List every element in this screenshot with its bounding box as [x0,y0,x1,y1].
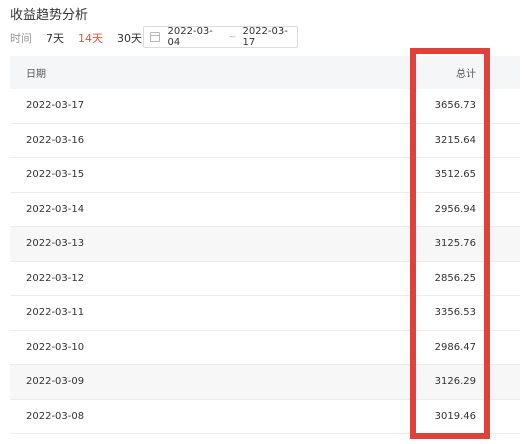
cell-date: 2022-03-08 [26,410,85,422]
cell-total: 3656.73 [434,100,476,112]
cell-total: 3126.29 [434,376,476,388]
table-row: 2022-03-10 2986.47 [10,331,520,365]
column-header-total: 总计 [456,69,476,80]
date-range-end: 2022-03-17 [242,26,288,48]
range-14-days[interactable]: 14天 [78,30,103,46]
date-range-separator: ~ [228,31,237,43]
table-header: 日期 总计 [10,56,520,89]
table-body: 2022-03-17 3656.73 2022-03-16 3215.64 2022-0… [10,89,520,434]
cell-total: 3019.46 [434,410,476,422]
table-row: 2022-03-14 2956.94 [10,193,520,227]
cell-total: 3356.53 [434,307,476,319]
date-range-picker[interactable]: 2022-03-04 ~ 2022-03-17 [143,26,298,48]
range-7-days[interactable]: 7天 [46,30,64,46]
table-row: 2022-03-16 3215.64 [10,124,520,158]
time-filter: 时间 7天 14天 30天 [10,27,156,49]
calendar-icon [150,32,160,42]
cell-total: 2856.25 [434,272,476,284]
table-row: 2022-03-11 3356.53 [10,296,520,331]
table-row: 2022-03-15 3512.65 [10,158,520,193]
table-row: 2022-03-12 2856.25 [10,262,520,296]
table-row: 2022-03-08 3019.46 [10,400,520,434]
cell-total: 3125.76 [434,238,476,250]
page-title: 收益趋势分析 [10,8,89,23]
table-row: 2022-03-17 3656.73 [10,89,520,124]
cell-total: 3215.64 [434,134,476,146]
revenue-trend-panel: 收益趋势分析 时间 7天 14天 30天 2022-03-04 ~ 2022-0… [0,0,525,444]
cell-date: 2022-03-11 [26,307,85,319]
table-row: 2022-03-09 3126.29 [10,365,520,400]
cell-date: 2022-03-13 [26,238,85,250]
cell-total: 2956.94 [434,203,476,215]
cell-total: 3512.65 [434,169,476,181]
cell-date: 2022-03-12 [26,272,85,284]
cell-total: 2986.47 [434,341,476,353]
cell-date: 2022-03-10 [26,341,85,353]
cell-date: 2022-03-15 [26,169,85,181]
time-filter-label: 时间 [10,32,32,45]
range-30-days[interactable]: 30天 [117,30,142,46]
cell-date: 2022-03-09 [26,376,85,388]
cell-date: 2022-03-14 [26,203,85,215]
table-row: 2022-03-13 3125.76 [10,227,520,262]
column-header-date: 日期 [26,69,46,80]
cell-date: 2022-03-16 [26,134,85,146]
revenue-table: 日期 总计 2022-03-17 3656.73 2022-03-16 3215.64… [10,56,520,434]
date-range-start: 2022-03-04 [167,26,213,48]
cell-date: 2022-03-17 [26,100,85,112]
